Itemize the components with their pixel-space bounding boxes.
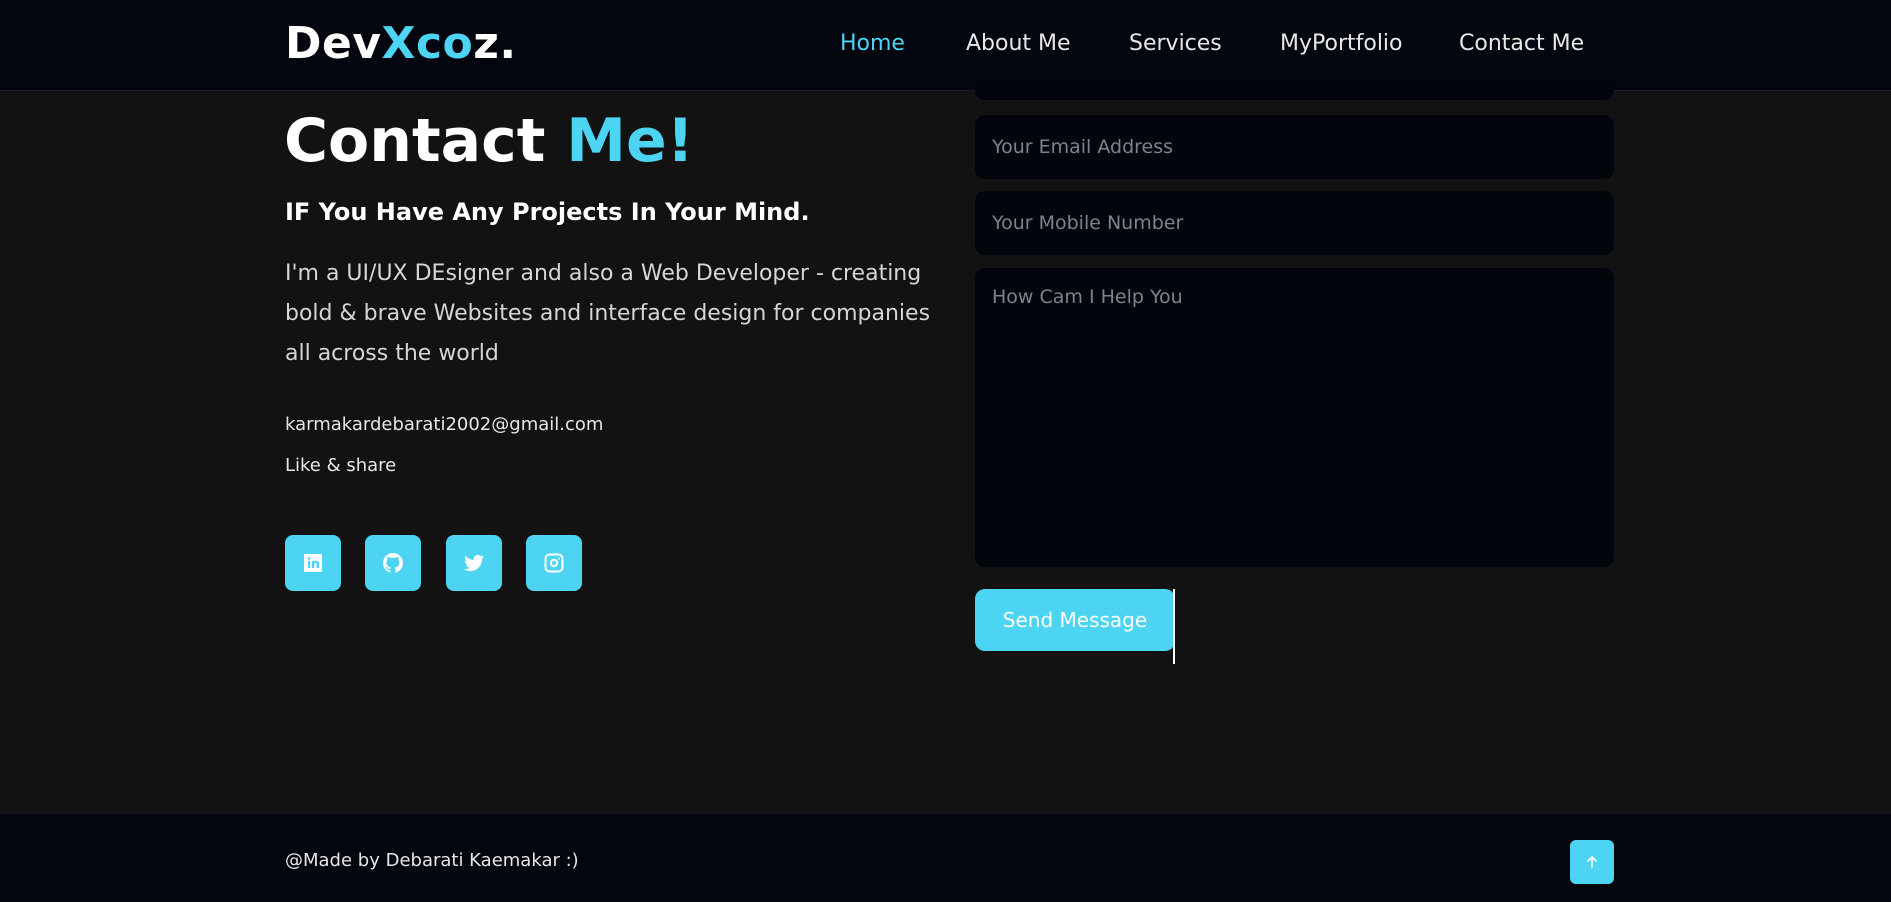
share-label: Like & share: [285, 455, 397, 476]
email-field[interactable]: [975, 115, 1614, 179]
title-accent: Me!: [566, 106, 695, 176]
instagram-icon: [544, 553, 564, 573]
logo-suffix: z.: [473, 18, 517, 69]
nav-services[interactable]: Services: [1129, 31, 1222, 56]
nav-contact-me[interactable]: Contact Me: [1459, 31, 1584, 56]
page-title: Contact Me!: [284, 106, 694, 176]
arrow-up-icon: [1587, 856, 1597, 868]
twitter-icon: [464, 554, 484, 572]
linkedin-button[interactable]: [285, 535, 341, 591]
linkedin-icon: [304, 554, 322, 572]
text-cursor: [1173, 589, 1175, 664]
logo-accent: Xco: [381, 18, 474, 69]
send-message-button[interactable]: Send Message: [975, 589, 1175, 651]
mobile-field[interactable]: [975, 191, 1614, 255]
contact-email: karmakardebarati2002@gmail.com: [285, 414, 604, 435]
title-main: Contact: [284, 106, 546, 176]
github-button[interactable]: [365, 535, 421, 591]
logo[interactable]: DevXcoz.: [285, 18, 517, 69]
header: DevXcoz. Home About Me Services MyPortfo…: [0, 0, 1891, 91]
nav-myportfolio[interactable]: MyPortfolio: [1280, 31, 1403, 56]
message-field[interactable]: [975, 268, 1614, 567]
logo-prefix: Dev: [285, 18, 382, 69]
instagram-button[interactable]: [526, 535, 582, 591]
bio-text: I'm a UI/UX DEsigner and also a Web Deve…: [285, 261, 931, 366]
github-icon: [383, 553, 403, 573]
nav-about-me[interactable]: About Me: [966, 31, 1071, 56]
nav-home[interactable]: Home: [840, 31, 905, 56]
contact-subtitle: IF You Have Any Projects In Your Mind.: [285, 198, 810, 226]
form-field-partial[interactable]: [975, 84, 1614, 100]
twitter-button[interactable]: [446, 535, 502, 591]
footer: @Made by Debarati Kaemakar :): [0, 814, 1891, 902]
scroll-top-button[interactable]: [1570, 840, 1614, 884]
footer-credit: @Made by Debarati Kaemakar :): [285, 850, 579, 871]
